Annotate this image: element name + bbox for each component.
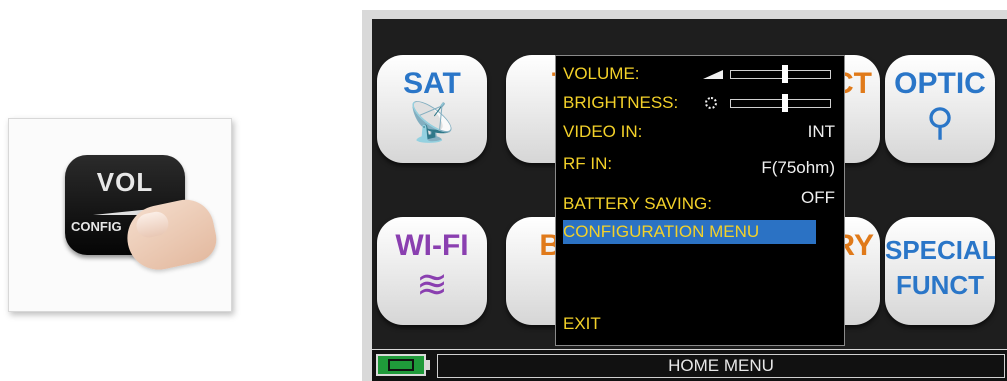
special-label: SPECIAL xyxy=(885,235,995,265)
status-bar: HOME MENU xyxy=(372,350,1007,381)
volume-thumb[interactable] xyxy=(782,65,789,83)
satellite-dish-icon: 📡 xyxy=(408,102,456,144)
exit-label: EXIT xyxy=(563,314,601,333)
special-funct-app-button[interactable]: SPECIAL FUNCT xyxy=(885,217,995,325)
battery-saving-label: BATTERY SAVING: xyxy=(563,194,712,213)
battery-saving-row[interactable]: BATTERY SAVING: OFF xyxy=(563,188,837,216)
volume-icon xyxy=(703,70,723,79)
battery-icon xyxy=(376,354,426,376)
video-in-label: VIDEO IN: xyxy=(563,122,643,141)
volume-row[interactable]: VOLUME: xyxy=(563,62,837,86)
video-in-value: INT xyxy=(807,122,835,141)
brightness-slider[interactable] xyxy=(703,94,831,112)
optic-label: OPTIC xyxy=(894,67,986,100)
funct-label: FUNCT xyxy=(895,270,985,300)
brightness-row[interactable]: BRIGHTNESS: xyxy=(563,91,837,115)
volume-track xyxy=(730,70,831,79)
rf-in-value: F(75ohm) xyxy=(761,158,835,177)
key-label: VOL xyxy=(96,167,154,197)
brightness-track xyxy=(730,99,831,108)
wifi-app-button[interactable]: WI-FI ≋ xyxy=(377,217,487,325)
configuration-label: CONFIGURATION MENU xyxy=(563,222,760,241)
optic-app-button[interactable]: OPTIC ⚲ xyxy=(885,55,995,163)
rf-in-label: RF IN: xyxy=(563,154,613,173)
configuration-menu-row[interactable]: CONFIGURATION MENU xyxy=(563,220,816,244)
video-in-row[interactable]: VIDEO IN: INT xyxy=(563,120,837,144)
sat-label: SAT xyxy=(403,67,461,100)
key-sublabel: CONFIG xyxy=(71,219,122,234)
brightness-label: BRIGHTNESS: xyxy=(563,93,679,112)
wifi-icon: ≋ xyxy=(416,264,448,306)
volume-slider[interactable] xyxy=(703,65,831,83)
battery-saving-value: OFF xyxy=(801,188,835,207)
settings-menu: VOLUME: BRIGHTNESS: VIDEO IN: INT RF IN:… xyxy=(555,55,845,346)
optic-split-icon: ⚲ xyxy=(926,102,954,144)
status-title: HOME MENU xyxy=(437,354,1005,378)
rf-in-row[interactable]: RF IN: F(75ohm) xyxy=(563,152,837,177)
home-display: SAT 📡 T CT OPTIC ⚲ WI-FI ≋ BA ORY SPECIA… xyxy=(372,19,1007,349)
battery-cap xyxy=(426,360,430,370)
vol-key-photo: VOL CONFIG xyxy=(8,118,232,312)
wifi-label: WI-FI xyxy=(395,229,469,262)
volume-label: VOLUME: xyxy=(563,64,640,83)
brightness-icon xyxy=(705,97,717,109)
sat-app-button[interactable]: SAT 📡 xyxy=(377,55,487,163)
meter-screen: SAT 📡 T CT OPTIC ⚲ WI-FI ≋ BA ORY SPECIA… xyxy=(362,10,1007,381)
exit-row[interactable]: EXIT xyxy=(563,312,837,336)
brightness-thumb[interactable] xyxy=(782,94,789,112)
